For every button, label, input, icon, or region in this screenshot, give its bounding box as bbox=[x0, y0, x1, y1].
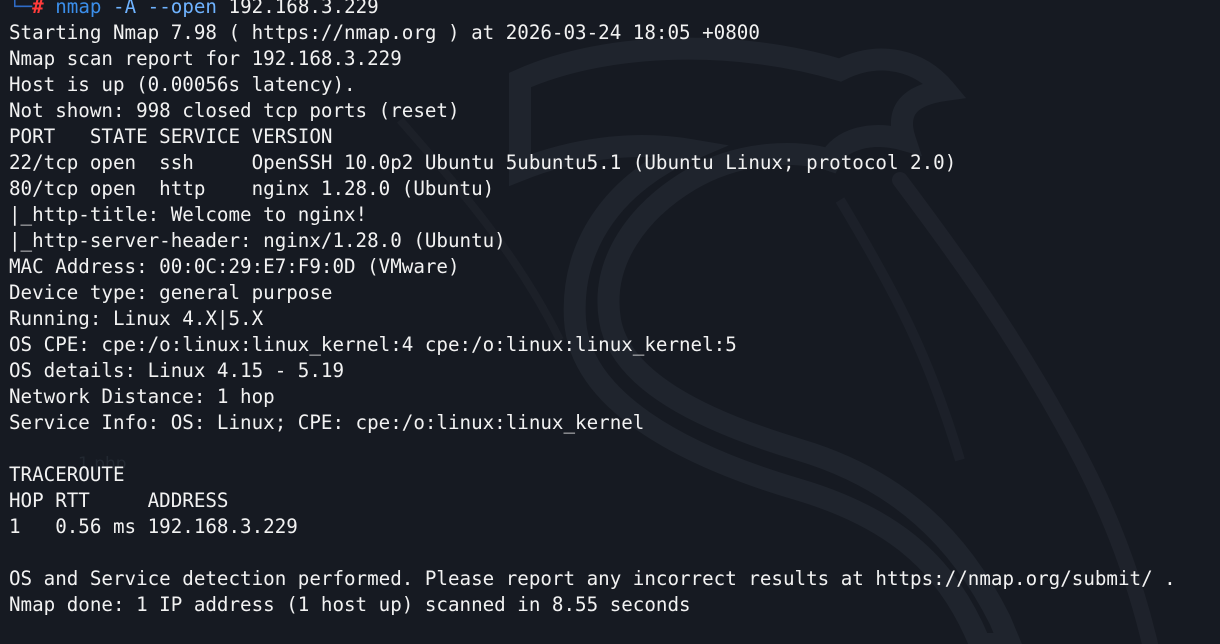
output-line: 1 0.56 ms 192.168.3.229 bbox=[9, 515, 298, 538]
output-line: 22/tcp open ssh OpenSSH 10.0p2 Ubuntu 5u… bbox=[9, 151, 957, 174]
output-line: Device type: general purpose bbox=[9, 281, 333, 304]
output-line: PORT STATE SERVICE VERSION bbox=[9, 125, 333, 148]
output-line: MAC Address: 00:0C:29:E7:F9:0D (VMware) bbox=[9, 255, 460, 278]
output-line: Nmap done: 1 IP address (1 host up) scan… bbox=[9, 593, 691, 616]
output-line: TRACEROUTE bbox=[9, 463, 125, 486]
output-line: Service Info: OS: Linux; CPE: cpe:/o:lin… bbox=[9, 411, 645, 434]
output-line: |_http-server-header: nginx/1.28.0 (Ubun… bbox=[9, 229, 506, 252]
output-line: OS details: Linux 4.15 - 5.19 bbox=[9, 359, 345, 382]
output-line: Nmap scan report for 192.168.3.229 bbox=[9, 47, 402, 70]
output-line: OS and Service detection performed. Plea… bbox=[9, 567, 1176, 590]
prompt-corner-glyph: └─ bbox=[9, 0, 33, 18]
command-flags: -A --open bbox=[113, 0, 217, 18]
output-line: Running: Linux 4.X|5.X bbox=[9, 307, 264, 330]
output-line: Host is up (0.00056s latency). bbox=[9, 73, 356, 96]
root-prompt-symbol: # bbox=[32, 0, 44, 18]
output-line: Network Distance: 1 hop bbox=[9, 385, 275, 408]
output-line: |_http-title: Welcome to nginx! bbox=[9, 203, 368, 226]
output-line: Not shown: 998 closed tcp ports (reset) bbox=[9, 99, 460, 122]
command-prompt-line: └─# nmap -A --open 192.168.3.229 bbox=[9, 0, 1220, 20]
terminal-output[interactable]: └─# nmap -A --open 192.168.3.229 Startin… bbox=[9, 0, 1220, 618]
output-line: HOP RTT ADDRESS bbox=[9, 489, 229, 512]
output-line: Starting Nmap 7.98 ( https://nmap.org ) … bbox=[9, 21, 760, 44]
command-name: nmap bbox=[55, 0, 102, 18]
output-line: OS CPE: cpe:/o:linux:linux_kernel:4 cpe:… bbox=[9, 333, 737, 356]
output-line: 80/tcp open http nginx 1.28.0 (Ubuntu) bbox=[9, 177, 495, 200]
command-target: 192.168.3.229 bbox=[228, 0, 379, 18]
